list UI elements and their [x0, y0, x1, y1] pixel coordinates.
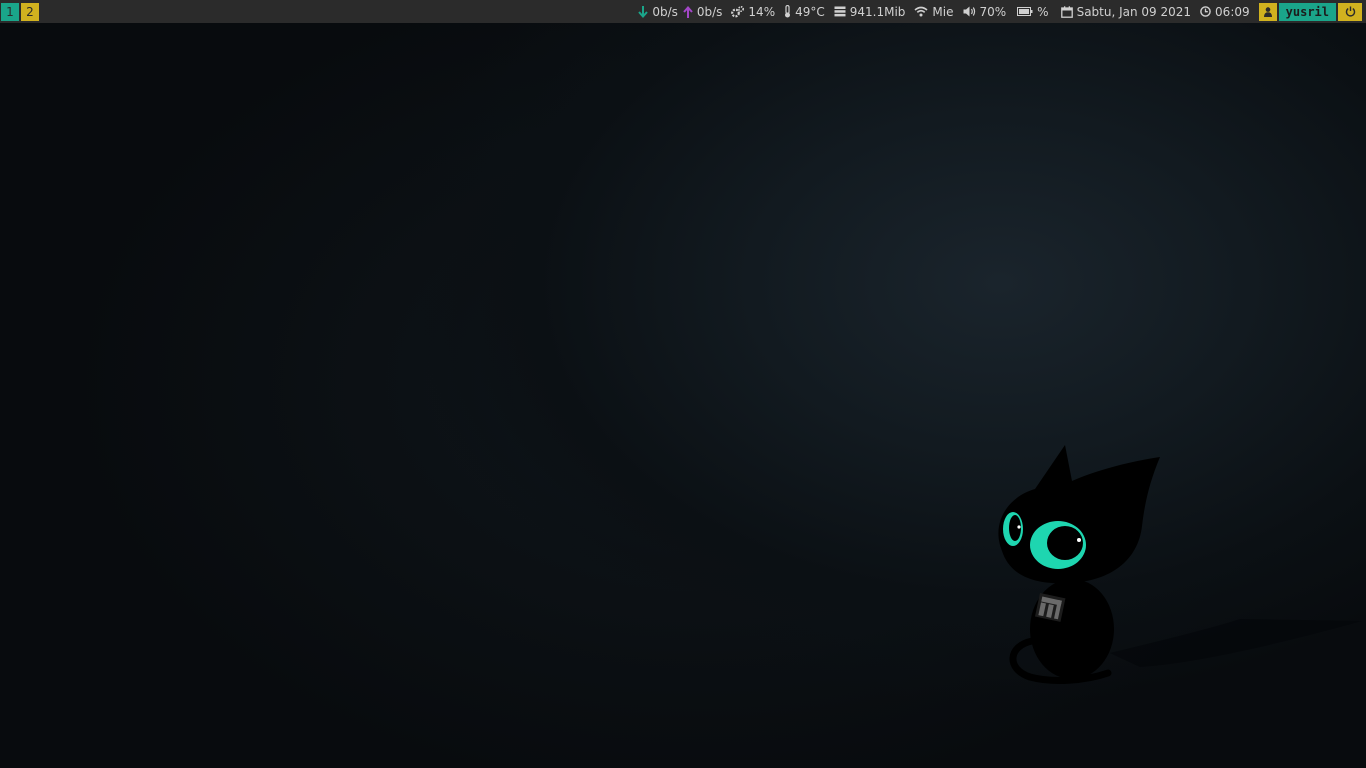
- memory-value: 941.1Mib: [849, 4, 906, 19]
- workspace-1-button[interactable]: 1: [1, 2, 19, 21]
- wifi-ssid: Mie: [932, 4, 954, 19]
- cpu-module[interactable]: 14%: [731, 5, 775, 19]
- cat-wallpaper-illustration: [998, 445, 1362, 684]
- speaker-icon: [963, 6, 976, 17]
- volume-value: 70%: [979, 4, 1007, 19]
- network-module[interactable]: 0b/s 0b/s: [638, 5, 722, 19]
- workspace-2-button[interactable]: 2: [21, 2, 39, 21]
- wifi-icon: [914, 6, 928, 17]
- battery-module[interactable]: %: [1017, 4, 1049, 19]
- clock-module[interactable]: 06:09: [1200, 5, 1250, 19]
- user-icon[interactable]: [1258, 2, 1277, 21]
- time-value: 06:09: [1215, 4, 1250, 19]
- memory-module[interactable]: 941.1Mib: [834, 4, 906, 19]
- desktop-wallpaper: [0, 23, 1366, 768]
- net-down-value: 0b/s: [652, 4, 678, 19]
- net-up-value: 0b/s: [696, 4, 723, 19]
- date-module[interactable]: Sabtu, Jan 09 2021: [1060, 4, 1192, 19]
- battery-value: %: [1037, 4, 1049, 19]
- date-value: Sabtu, Jan 09 2021: [1076, 4, 1192, 19]
- thermometer-icon: [784, 5, 791, 18]
- gears-icon: [731, 5, 745, 18]
- memory-icon: [834, 6, 846, 17]
- arrow-down-icon: [638, 5, 649, 18]
- battery-icon: [1017, 7, 1033, 16]
- power-icon[interactable]: [1338, 2, 1362, 21]
- workspace-switcher: 1 2: [0, 0, 41, 23]
- volume-module[interactable]: 70%: [963, 4, 1007, 19]
- wifi-module[interactable]: Mie: [914, 4, 954, 19]
- status-bar: 1 2 0b/s 0b/s 14% 49°C 941.1Mib Mie 70% …: [0, 0, 1366, 23]
- username-label[interactable]: yusril: [1278, 2, 1336, 21]
- temperature-module[interactable]: 49°C: [784, 5, 825, 19]
- arrow-up-icon: [683, 5, 693, 18]
- clock-icon: [1200, 6, 1211, 17]
- calendar-icon: [1060, 5, 1073, 18]
- cpu-value: 14%: [748, 4, 776, 19]
- temperature-value: 49°C: [795, 4, 825, 19]
- status-modules: 0b/s 0b/s 14% 49°C 941.1Mib Mie 70% % Sa…: [629, 0, 1366, 23]
